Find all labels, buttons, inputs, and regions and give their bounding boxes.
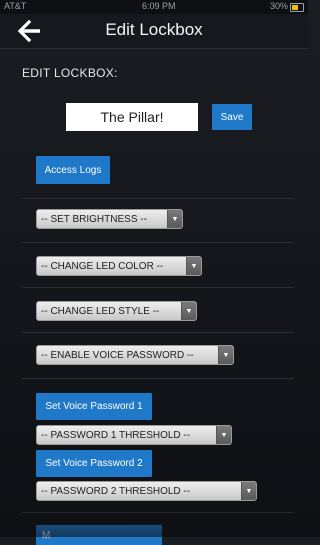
nav-bar: Edit Lockbox [0, 14, 308, 49]
led-color-select-label: -- CHANGE LED COLOR -- [41, 260, 164, 272]
voice-password-select-label: -- ENABLE VOICE PASSWORD -- [41, 349, 194, 361]
chevron-down-icon: ▼ [241, 482, 256, 500]
status-bar: AT&T 6:09 PM 30% [0, 0, 308, 14]
status-time: 6:09 PM [142, 1, 176, 11]
access-logs-button[interactable]: Access Logs [36, 156, 110, 184]
chevron-down-icon: ▼ [186, 257, 201, 275]
set-voice-password-1-button[interactable]: Set Voice Password 1 [36, 393, 152, 420]
password1-threshold-select[interactable]: -- PASSWORD 1 THRESHOLD -- ▼ [36, 425, 232, 445]
divider [22, 242, 294, 243]
voice-password-select[interactable]: -- ENABLE VOICE PASSWORD -- ▼ [36, 345, 234, 365]
divider [22, 378, 294, 379]
chevron-down-icon: ▼ [181, 302, 196, 320]
battery-percent: 30% [269, 1, 288, 11]
password1-threshold-label: -- PASSWORD 1 THRESHOLD -- [41, 429, 191, 441]
led-style-select-label: -- CHANGE LED STYLE -- [41, 305, 160, 317]
set-voice-password-2-button[interactable]: Set Voice Password 2 [36, 450, 152, 477]
divider [22, 287, 294, 288]
save-button[interactable]: Save [212, 104, 252, 130]
chevron-down-icon: ▼ [167, 210, 182, 228]
chevron-down-icon: ▼ [218, 346, 233, 364]
divider [22, 332, 294, 333]
password2-threshold-label: -- PASSWORD 2 THRESHOLD -- [41, 485, 191, 497]
bottom-fade [0, 500, 308, 537]
led-style-select[interactable]: -- CHANGE LED STYLE -- ▼ [36, 301, 197, 321]
page-title: Edit Lockbox [105, 20, 203, 39]
battery-icon [290, 3, 304, 12]
led-color-select[interactable]: -- CHANGE LED COLOR -- ▼ [36, 256, 202, 276]
brightness-select[interactable]: -- SET BRIGHTNESS -- ▼ [36, 209, 183, 229]
lockbox-name-input[interactable] [66, 103, 198, 131]
password2-threshold-select[interactable]: -- PASSWORD 2 THRESHOLD -- ▼ [36, 481, 257, 501]
brightness-select-label: -- SET BRIGHTNESS -- [41, 213, 147, 225]
section-title: EDIT LOCKBOX: [22, 66, 118, 80]
divider [22, 198, 294, 199]
carrier-label: AT&T [4, 1, 27, 11]
chevron-down-icon: ▼ [216, 426, 231, 444]
